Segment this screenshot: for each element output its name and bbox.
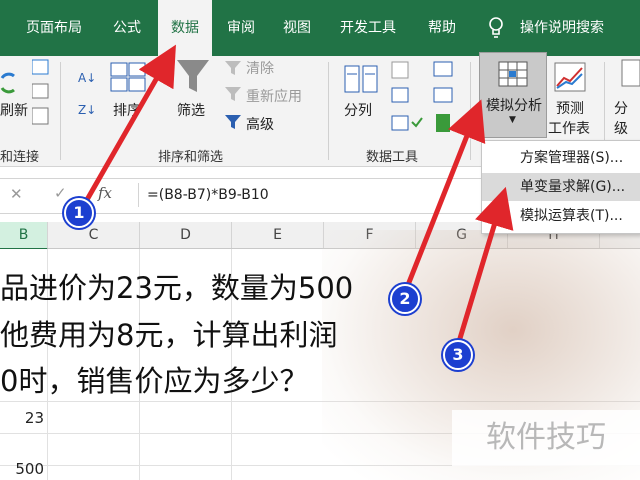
step-badge-1: 1 <box>64 198 94 228</box>
arrow-to-what-if <box>403 99 486 291</box>
arrow-to-goal-seek <box>455 186 514 346</box>
annotation-arrows <box>81 44 514 346</box>
arrow-to-data-tab <box>81 44 176 207</box>
step-badge-3: 3 <box>443 340 473 370</box>
step-badge-2: 2 <box>390 284 420 314</box>
